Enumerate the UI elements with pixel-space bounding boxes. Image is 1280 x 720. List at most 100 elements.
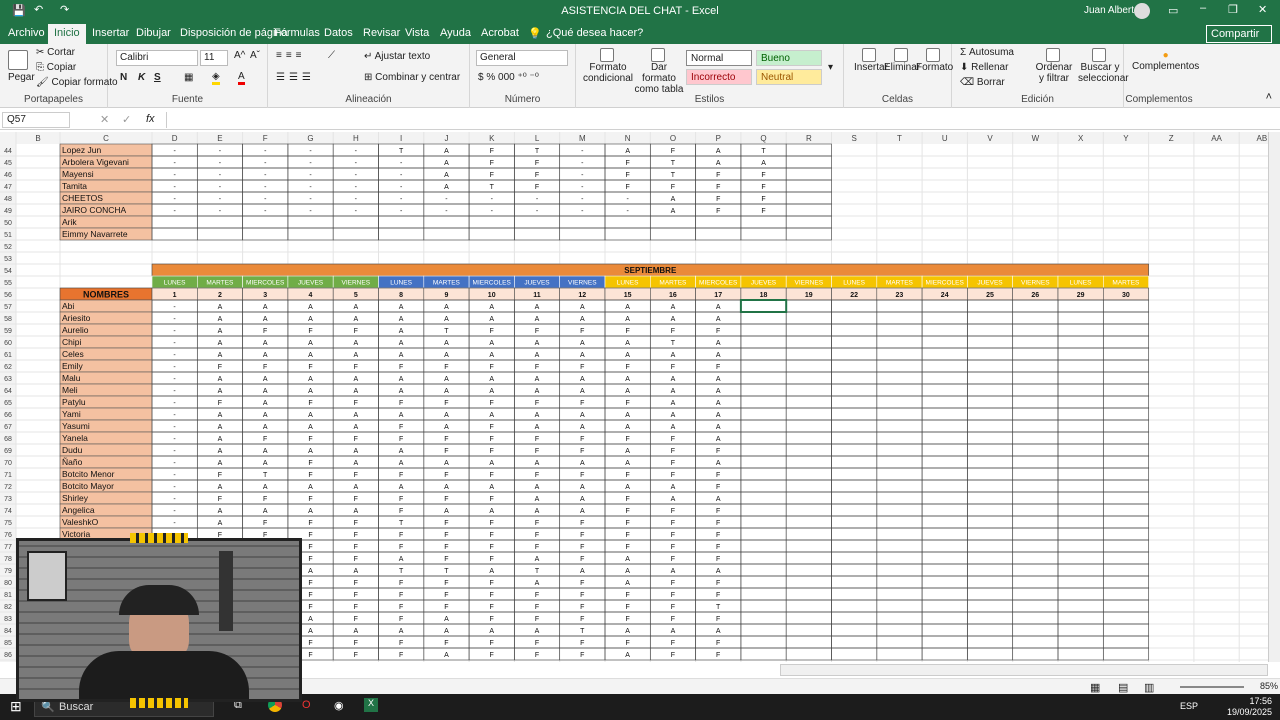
autosum-button[interactable]: Σ Autosuma bbox=[960, 47, 1014, 58]
font-size-select[interactable]: 11 bbox=[200, 50, 228, 66]
italic-button[interactable]: K bbox=[138, 72, 145, 83]
paste-button[interactable]: Pegar bbox=[8, 50, 35, 83]
attendance-cell-border bbox=[785, 299, 832, 313]
attendance-value: A bbox=[489, 340, 494, 347]
attendance-value: - bbox=[173, 484, 176, 491]
format-painter-button[interactable]: 🖌 Copiar formato bbox=[36, 77, 118, 88]
font-color-icon[interactable]: A bbox=[238, 71, 245, 85]
orientation-icon[interactable]: ⟋ bbox=[328, 50, 335, 61]
style-neutral[interactable]: Neutral bbox=[756, 69, 822, 85]
attendance-value: F bbox=[308, 460, 312, 467]
format-as-table-button[interactable]: Dar formato como tabla bbox=[634, 48, 684, 95]
ribbon-display-icon[interactable]: ▭ bbox=[1168, 4, 1178, 17]
tab-dibujar[interactable]: Dibujar bbox=[136, 27, 171, 39]
attendance-value: F bbox=[580, 472, 584, 479]
tab-disposicion[interactable]: Disposición de página bbox=[180, 27, 288, 39]
attendance-cell-border bbox=[785, 203, 832, 217]
tell-me-input[interactable]: ¿Qué desea hacer? bbox=[546, 27, 643, 39]
addins-button[interactable]: ● Complementos bbox=[1132, 50, 1199, 72]
tab-ayuda[interactable]: Ayuda bbox=[440, 27, 471, 39]
styles-more-icon[interactable]: ▾ bbox=[828, 62, 833, 73]
cancel-icon[interactable]: ✕ bbox=[100, 113, 109, 126]
number-format-select[interactable]: General bbox=[476, 50, 568, 66]
tab-acrobat[interactable]: Acrobat bbox=[481, 27, 519, 39]
opera-icon[interactable]: O bbox=[302, 699, 311, 711]
attendance-value: - bbox=[309, 184, 312, 191]
page-break-icon[interactable]: ▥ bbox=[1144, 681, 1154, 694]
attendance-value: F bbox=[535, 640, 539, 647]
formula-input[interactable] bbox=[166, 112, 1266, 128]
conditional-format-button[interactable]: Formato condicional bbox=[582, 48, 634, 84]
horizontal-scrollbar[interactable] bbox=[780, 664, 1268, 676]
attendance-value: F bbox=[399, 604, 403, 611]
tab-insertar[interactable]: Insertar bbox=[92, 27, 129, 39]
attendance-cell-border bbox=[1103, 299, 1149, 313]
enter-icon[interactable]: ✓ bbox=[122, 113, 131, 126]
name-box[interactable]: Q57 bbox=[2, 112, 70, 128]
excel-icon[interactable]: X bbox=[364, 698, 378, 712]
collapse-ribbon-icon[interactable]: ˄ bbox=[1266, 91, 1272, 103]
attendance-cell-border bbox=[785, 335, 832, 349]
fill-color-icon[interactable]: ◈ bbox=[212, 71, 220, 85]
sort-filter-button[interactable]: Ordenar y filtrar bbox=[1034, 48, 1074, 84]
attendance-value: A bbox=[489, 376, 494, 383]
normal-view-icon[interactable]: ▦ bbox=[1090, 681, 1100, 694]
font-name-select[interactable]: Calibri bbox=[116, 50, 198, 66]
tab-inicio[interactable]: Inicio bbox=[48, 24, 86, 44]
clear-button[interactable]: ⌫ Borrar bbox=[960, 77, 1005, 88]
maximize-icon[interactable]: ❐ bbox=[1228, 3, 1238, 16]
avatar[interactable] bbox=[1134, 3, 1150, 19]
function-icon[interactable]: fx bbox=[146, 113, 155, 125]
column-header: L bbox=[535, 134, 540, 143]
shrink-font-button[interactable]: Aˇ bbox=[250, 50, 260, 61]
style-good[interactable]: Bueno bbox=[756, 50, 822, 66]
currency-icon[interactable]: $ % 000 ⁺⁰ ⁻⁰ bbox=[478, 72, 539, 83]
tab-formulas[interactable]: Fórmulas bbox=[274, 27, 320, 39]
tab-revisar[interactable]: Revisar bbox=[363, 27, 400, 39]
attendance-cell-border bbox=[831, 575, 878, 589]
attendance-value: A bbox=[671, 316, 676, 323]
minimize-icon[interactable]: – bbox=[1200, 2, 1206, 14]
wrap-text-button[interactable]: ↵ Ajustar texto bbox=[364, 51, 430, 62]
attendance-cell-border bbox=[921, 491, 968, 505]
obs-icon[interactable]: ◉ bbox=[334, 699, 344, 712]
copy-button[interactable]: ⎘ Copiar bbox=[36, 62, 76, 73]
attendance-value: A bbox=[489, 304, 494, 311]
attendance-value: A bbox=[263, 460, 268, 467]
share-button[interactable]: Compartir bbox=[1206, 25, 1272, 43]
underline-button[interactable]: S bbox=[154, 72, 161, 83]
tab-datos[interactable]: Datos bbox=[324, 27, 353, 39]
attendance-value: F bbox=[625, 328, 629, 335]
zoom-slider[interactable] bbox=[1180, 686, 1244, 688]
row-header: 59 bbox=[4, 328, 12, 335]
vertical-scrollbar[interactable] bbox=[1268, 132, 1280, 662]
find-select-button[interactable]: Buscar y seleccionar bbox=[1078, 48, 1129, 84]
format-cells-button[interactable]: Formato bbox=[916, 48, 953, 73]
attendance-value: - bbox=[309, 208, 312, 215]
page-layout-icon[interactable]: ▤ bbox=[1118, 681, 1128, 694]
attendance-cell-border bbox=[740, 623, 787, 637]
attendance-cell-border bbox=[1012, 395, 1059, 409]
delete-cells-button[interactable]: Eliminar bbox=[884, 48, 920, 73]
fill-button[interactable]: ⬇ Rellenar bbox=[960, 62, 1008, 73]
insert-cells-button[interactable]: Insertar bbox=[854, 48, 888, 73]
tab-archivo[interactable]: Archivo bbox=[8, 27, 45, 39]
style-normal[interactable]: Normal bbox=[686, 50, 752, 66]
day-number: 1 bbox=[173, 292, 177, 299]
attendance-cell-border bbox=[740, 395, 787, 409]
attendance-cell-border bbox=[785, 419, 832, 433]
borders-icon[interactable]: ▦ bbox=[184, 72, 193, 83]
attendance-value: A bbox=[580, 352, 585, 359]
grow-font-button[interactable]: A^ bbox=[234, 50, 245, 61]
cut-button[interactable]: ✂ Cortar bbox=[36, 47, 75, 58]
close-icon[interactable]: ✕ bbox=[1258, 3, 1267, 16]
horizontal-align-icons[interactable]: ☰☰☰ bbox=[276, 72, 315, 83]
bold-button[interactable]: N bbox=[120, 72, 127, 83]
attendance-cell-border bbox=[468, 227, 515, 241]
vertical-align-icons[interactable]: ≡≡≡ bbox=[276, 50, 306, 61]
merge-center-button[interactable]: ⊞ Combinar y centrar bbox=[364, 72, 460, 83]
attendance-value: F bbox=[263, 364, 267, 371]
attendance-cell-border bbox=[785, 575, 832, 589]
style-bad[interactable]: Incorrecto bbox=[686, 69, 752, 85]
tab-vista[interactable]: Vista bbox=[405, 27, 429, 39]
